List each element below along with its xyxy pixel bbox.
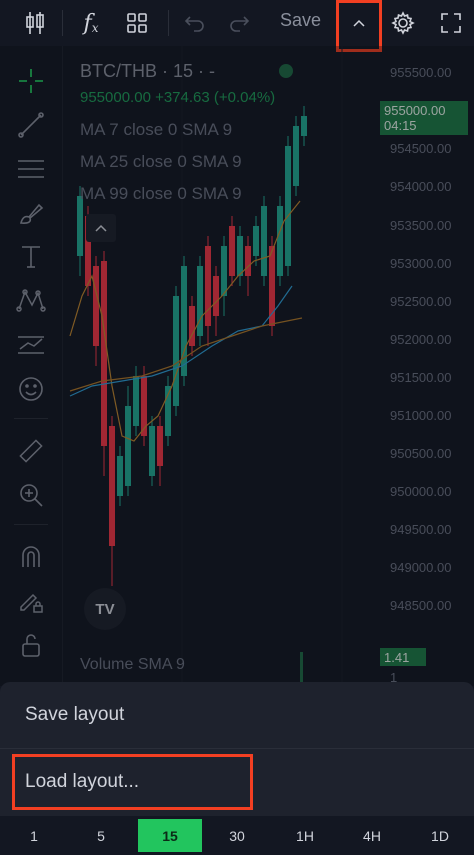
- fullscreen-icon[interactable]: [436, 6, 466, 40]
- horizontal-lines-icon[interactable]: [14, 152, 48, 186]
- zoom-in-icon[interactable]: [14, 478, 48, 512]
- layout-grid-icon[interactable]: [122, 6, 152, 40]
- price-change: +374.63 (+0.04%): [155, 89, 276, 106]
- price-axis-label: 952500.00: [390, 294, 452, 309]
- price-axis-label: 951000.00: [390, 408, 452, 423]
- drawing-tools-sidebar: [0, 46, 63, 686]
- candle-body: [157, 426, 163, 466]
- timeframe-15[interactable]: 15: [138, 819, 202, 852]
- timeframe-bar: 1 5 15 30 1H 4H 1D: [0, 816, 474, 855]
- volume-tag: 1.41: [380, 648, 426, 666]
- candle-body: [237, 236, 243, 276]
- candle-body: [277, 206, 283, 276]
- timeframe-5[interactable]: 5: [69, 819, 133, 852]
- price-axis-label: 955500.00: [390, 65, 452, 80]
- sidebar-divider: [14, 524, 48, 525]
- symbol-title: BTC/THB · 15 · -: [80, 61, 216, 81]
- brush-icon[interactable]: [14, 196, 48, 230]
- collapse-legend-button[interactable]: [86, 214, 116, 242]
- candles-icon[interactable]: [20, 6, 52, 40]
- toolbar-divider: [62, 10, 63, 36]
- save-layout-menu-item[interactable]: Save layout: [0, 682, 474, 748]
- highlight-box-load-layout: [12, 754, 253, 810]
- candle-body: [205, 246, 211, 326]
- pattern-tool-icon[interactable]: [14, 284, 48, 318]
- candle-body: [229, 226, 235, 276]
- timeframe-1[interactable]: 1: [2, 819, 66, 852]
- candle-body: [125, 406, 131, 486]
- price-axis-label: 953000.00: [390, 256, 452, 271]
- price-axis-label: 949500.00: [390, 522, 452, 537]
- price-axis-label: 954000.00: [390, 179, 452, 194]
- gear-icon[interactable]: [388, 6, 418, 40]
- magnet-icon[interactable]: [14, 540, 48, 574]
- save-button[interactable]: Save: [280, 10, 321, 31]
- ma25-legend[interactable]: MA 25 close 0 SMA 9: [80, 152, 242, 172]
- candle-body: [213, 276, 219, 316]
- price-axis-label: 953500.00: [390, 218, 452, 233]
- redo-icon[interactable]: [224, 6, 254, 40]
- price-axis-label: 954500.00: [390, 141, 452, 156]
- emoji-icon[interactable]: [14, 372, 48, 406]
- unlock-icon[interactable]: [14, 628, 48, 662]
- candle-body: [117, 456, 123, 496]
- price-axis-label: 950500.00: [390, 446, 452, 461]
- tradingview-logo[interactable]: TV: [84, 588, 126, 630]
- last-price: 955000.00: [80, 89, 151, 106]
- candle-body: [149, 426, 155, 476]
- price-tag-countdown: 04:15: [384, 118, 417, 133]
- candle-body: [197, 266, 203, 336]
- price-axis-label: 950000.00: [390, 484, 452, 499]
- price-axis-label: 949000.00: [390, 560, 452, 575]
- candle-body: [245, 246, 251, 276]
- candle-body: [77, 196, 83, 256]
- candle-body: [173, 296, 179, 406]
- current-price-tag: 955000.00 04:15: [380, 101, 468, 135]
- candle-body: [109, 426, 115, 546]
- text-tool-icon[interactable]: [14, 240, 48, 274]
- ma7-legend[interactable]: MA 7 close 0 SMA 9: [80, 120, 232, 140]
- candle-body: [253, 226, 259, 256]
- candle-body: [285, 146, 291, 266]
- price-axis-label: 952000.00: [390, 332, 452, 347]
- candle-body: [293, 126, 299, 186]
- ma99-legend[interactable]: MA 99 close 0 SMA 9: [80, 184, 242, 204]
- timeframe-4h[interactable]: 4H: [340, 819, 404, 852]
- volume-bar: [300, 652, 303, 682]
- candle-body: [101, 261, 107, 446]
- last-price-change: 955000.00 +374.63 (+0.04%): [80, 89, 275, 106]
- candle-body: [93, 266, 99, 346]
- timeframe-30[interactable]: 30: [205, 819, 269, 852]
- timeframe-1d[interactable]: 1D: [408, 819, 472, 852]
- sidebar-divider: [14, 418, 48, 419]
- undo-icon[interactable]: [180, 6, 210, 40]
- fx-icon: f: [83, 10, 92, 36]
- price-axis-label: 951500.00: [390, 370, 452, 385]
- toolbar-divider: [168, 10, 169, 36]
- highlight-box-save-menu: [336, 0, 382, 52]
- price-axis-label: 948500.00: [390, 598, 452, 613]
- lock-drawing-pencil-icon[interactable]: [14, 584, 48, 618]
- candle-body: [301, 116, 307, 136]
- candle-body: [221, 246, 227, 296]
- candle-body: [133, 376, 139, 426]
- prediction-tool-icon[interactable]: [14, 328, 48, 362]
- ruler-icon[interactable]: [14, 434, 48, 468]
- crosshair-icon[interactable]: [14, 64, 48, 98]
- volume-legend[interactable]: Volume SMA 9: [80, 656, 185, 674]
- candle-body: [141, 376, 147, 436]
- top-toolbar: fx Save: [0, 0, 474, 52]
- chevron-up-icon: [95, 224, 107, 232]
- timeframe-1h[interactable]: 1H: [273, 819, 337, 852]
- market-status-dot: [279, 64, 293, 78]
- price-tag-value: 955000.00: [384, 103, 446, 118]
- indicators-fx-button[interactable]: fx: [76, 6, 106, 40]
- trend-line-icon[interactable]: [14, 108, 48, 142]
- candle-body: [261, 206, 267, 276]
- candle-body: [189, 306, 195, 346]
